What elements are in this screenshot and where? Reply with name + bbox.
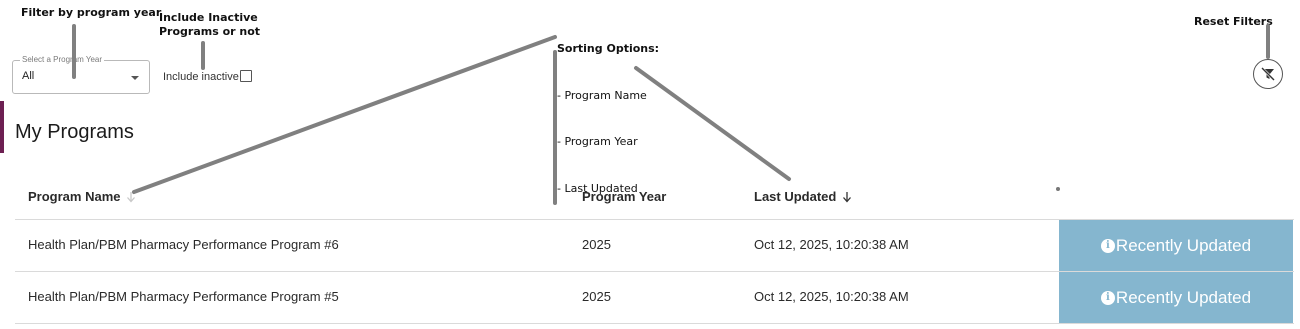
program-year-select[interactable]: Select a Program Year All [12, 55, 150, 94]
annotation-sorting-title: Sorting Options: [557, 42, 660, 55]
row-divider [15, 323, 1294, 324]
include-inactive-checkbox[interactable] [240, 70, 252, 82]
page-title: My Programs [15, 121, 134, 143]
row-2-status-label: Recently Updated [1115, 287, 1252, 307]
annotation-filter-year: Filter by program year [21, 6, 162, 19]
annotation-include-inactive-2: Programs or not [159, 25, 261, 38]
annotation-include-inactive-1: Include Inactive [159, 11, 258, 24]
annotation-line-sort-name [132, 35, 557, 194]
row-2-program-year: 2025 [582, 289, 611, 304]
column-header-last-updated-label: Last Updated [754, 189, 837, 204]
row-2-status-badge: i Recently Updated [1059, 272, 1293, 323]
reset-filters-button[interactable] [1253, 59, 1283, 89]
row-2-last-updated: Oct 12, 2025, 10:20:38 AM [754, 289, 909, 304]
page: Filter by program year Include Inactive … [0, 0, 1300, 329]
annotation-sorting-option-2: - Program Year [557, 135, 638, 148]
filter-off-icon [1261, 67, 1275, 81]
row-2-program-name[interactable]: Health Plan/PBM Pharmacy Performance Pro… [28, 289, 339, 304]
row-1-program-year: 2025 [582, 237, 611, 252]
column-header-program-year-label: Program Year [582, 189, 667, 204]
section-accent-bar [0, 101, 4, 153]
chevron-down-icon [131, 76, 139, 80]
program-year-select-value: All [22, 70, 35, 82]
row-1-last-updated: Oct 12, 2025, 10:20:38 AM [754, 237, 909, 252]
annotation-reset-filters: Reset Filters [1194, 15, 1273, 28]
row-1-status-badge: i Recently Updated [1059, 220, 1293, 271]
arrow-down-icon [843, 191, 852, 202]
column-header-program-year[interactable]: Program Year [582, 189, 666, 204]
column-header-program-name[interactable]: Program Name [28, 189, 136, 204]
annotation-sorting-option-1: - Program Name [557, 88, 647, 102]
info-icon: i [1100, 238, 1115, 253]
row-1-status-label: Recently Updated [1115, 235, 1252, 255]
column-marker-dot [1056, 187, 1060, 191]
program-year-select-label: Select a Program Year [20, 55, 105, 65]
include-inactive-label: Include inactive [163, 71, 239, 83]
column-header-program-name-label: Program Name [28, 189, 121, 204]
arrow-down-icon [127, 191, 136, 202]
column-header-last-updated[interactable]: Last Updated [754, 189, 852, 204]
info-icon: i [1100, 290, 1115, 305]
row-1-program-name[interactable]: Health Plan/PBM Pharmacy Performance Pro… [28, 237, 339, 252]
